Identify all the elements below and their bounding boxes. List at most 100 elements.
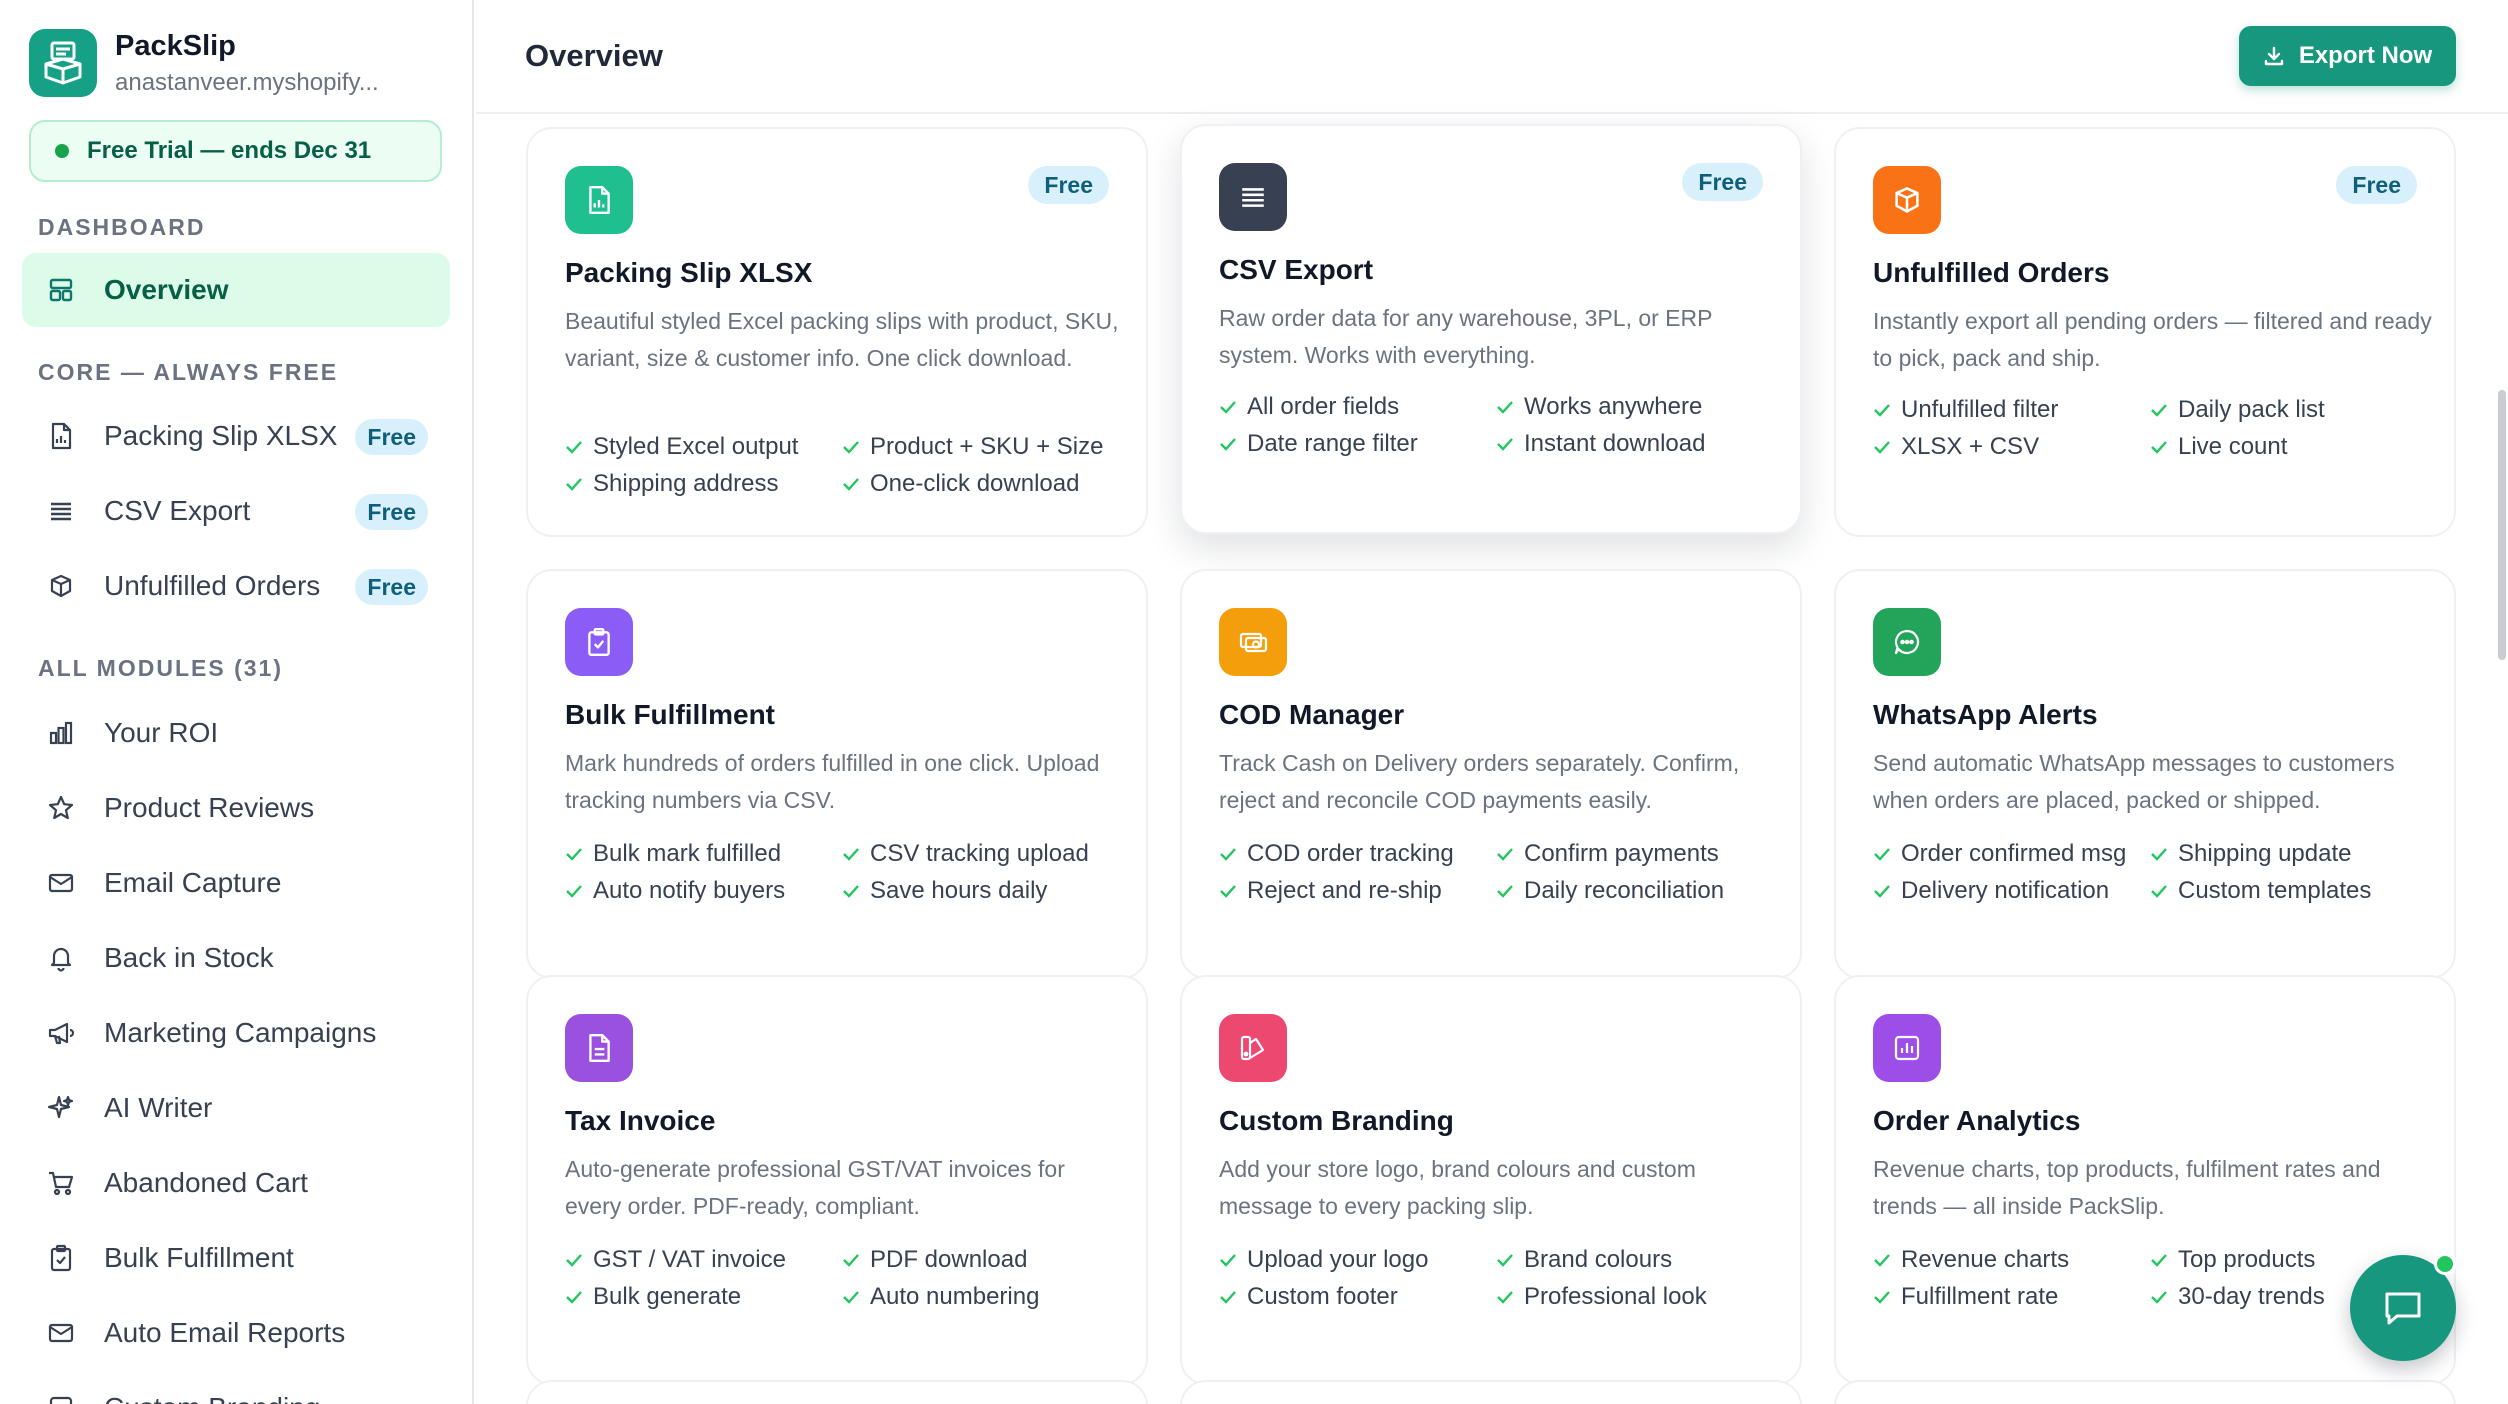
card-description: Add your store logo, brand colours and c… bbox=[1219, 1156, 1696, 1219]
feature-item: Shipping update bbox=[2150, 840, 2427, 867]
check-icon bbox=[565, 477, 583, 491]
module-card-partial[interactable] bbox=[1180, 1380, 1802, 1404]
sidebar-scrollbar[interactable] bbox=[472, 0, 474, 490]
card-title: Packing Slip XLSX bbox=[565, 257, 813, 288]
online-status-dot bbox=[2434, 1253, 2456, 1275]
module-card-csv-export[interactable]: Free CSV Export Raw order data for any w… bbox=[1180, 124, 1802, 534]
sidebar-item-your-roi[interactable]: Your ROI bbox=[22, 696, 450, 770]
sidebar: PackSlip anastanveer.myshopify... Free T… bbox=[0, 0, 474, 1404]
sidebar-item-label: Auto Email Reports bbox=[104, 1317, 346, 1348]
feature-item: Live count bbox=[2150, 433, 2427, 460]
sidebar-item-marketing-campaigns[interactable]: Marketing Campaigns bbox=[22, 996, 450, 1070]
card-title: Order Analytics bbox=[1873, 1105, 2081, 1136]
sidebar-item-unfulfilled-orders[interactable]: Unfulfilled Orders Free bbox=[22, 549, 450, 623]
feature-list: Upload your logo Brand colours Custom fo… bbox=[1219, 1246, 1773, 1310]
check-icon bbox=[565, 1253, 583, 1267]
card-title: CSV Export bbox=[1219, 254, 1374, 285]
check-icon bbox=[1873, 403, 1891, 417]
box-icon bbox=[46, 571, 76, 601]
feature-item: Custom footer bbox=[1219, 1283, 1496, 1310]
sidebar-item-packing-slip[interactable]: Packing Slip XLSX Free bbox=[22, 399, 450, 473]
layout-icon bbox=[46, 275, 76, 305]
trial-text: Free Trial — ends Dec 31 bbox=[87, 137, 372, 164]
sidebar-item-label: Packing Slip XLSX bbox=[104, 420, 338, 451]
check-icon bbox=[1873, 884, 1891, 898]
feature-item: Shipping address bbox=[565, 470, 842, 497]
feature-list: Styled Excel output Product + SKU + Size… bbox=[565, 433, 1119, 497]
check-icon bbox=[1496, 1290, 1514, 1304]
feature-item: Custom templates bbox=[2150, 877, 2427, 904]
check-icon bbox=[1219, 1290, 1237, 1304]
sidebar-item-ai-writer[interactable]: AI Writer bbox=[22, 1071, 450, 1145]
feature-list: GST / VAT invoice PDF download Bulk gene… bbox=[565, 1246, 1119, 1310]
sidebar-item-label: Bulk Fulfillment bbox=[104, 1242, 294, 1273]
card-description: Raw order data for any warehouse, 3PL, o… bbox=[1219, 305, 1713, 368]
feature-item: Confirm payments bbox=[1496, 840, 1773, 867]
cart-icon bbox=[46, 1168, 76, 1198]
export-now-button[interactable]: Export Now bbox=[2239, 26, 2456, 86]
feature-item: Daily pack list bbox=[2150, 396, 2427, 423]
trial-banner[interactable]: Free Trial — ends Dec 31 bbox=[29, 120, 442, 182]
check-icon bbox=[842, 847, 860, 861]
check-icon bbox=[1219, 1253, 1237, 1267]
feature-item: Instant download bbox=[1496, 430, 1773, 457]
sidebar-item-product-reviews[interactable]: Product Reviews bbox=[22, 771, 450, 845]
check-icon bbox=[842, 477, 860, 491]
card-title: Custom Branding bbox=[1219, 1105, 1454, 1136]
main-scrollbar[interactable] bbox=[2498, 390, 2506, 660]
brand[interactable]: PackSlip anastanveer.myshopify... bbox=[29, 29, 379, 97]
chat-bubble-icon bbox=[1873, 608, 1941, 676]
module-card-whatsapp-alerts[interactable]: WhatsApp Alerts Send automatic WhatsApp … bbox=[1834, 569, 2456, 979]
sidebar-item-abandoned-cart[interactable]: Abandoned Cart bbox=[22, 1146, 450, 1220]
packslip-logo-icon bbox=[29, 29, 97, 97]
feature-list: Order confirmed msg Shipping update Deli… bbox=[1873, 840, 2427, 904]
module-card-tax-invoice[interactable]: Tax Invoice Auto-generate professional G… bbox=[526, 975, 1148, 1385]
sidebar-item-overview[interactable]: Overview bbox=[22, 253, 450, 327]
card-description: Send automatic WhatsApp messages to cust… bbox=[1873, 750, 2395, 813]
module-card-bulk-fulfillment[interactable]: Bulk Fulfillment Mark hundreds of orders… bbox=[526, 569, 1148, 979]
module-card-custom-branding[interactable]: Custom Branding Add your store logo, bra… bbox=[1180, 975, 1802, 1385]
feature-item: Bulk generate bbox=[565, 1283, 842, 1310]
card-title: Tax Invoice bbox=[565, 1105, 716, 1136]
feature-item: Save hours daily bbox=[842, 877, 1119, 904]
app-root: PackSlip anastanveer.myshopify... Free T… bbox=[0, 0, 2508, 1404]
feature-item: XLSX + CSV bbox=[1873, 433, 2150, 460]
check-icon bbox=[1496, 884, 1514, 898]
sidebar-item-label: Custom Branding bbox=[104, 1392, 320, 1404]
sidebar-item-csv-export[interactable]: CSV Export Free bbox=[22, 474, 450, 548]
module-card-packing-slip[interactable]: Free Packing Slip XLSX Beautiful styled … bbox=[526, 127, 1148, 537]
check-icon bbox=[842, 1253, 860, 1267]
check-icon bbox=[2150, 847, 2168, 861]
check-icon bbox=[1496, 400, 1514, 414]
document-icon bbox=[565, 1014, 633, 1082]
feature-item: Daily reconciliation bbox=[1496, 877, 1773, 904]
feature-item: Upload your logo bbox=[1219, 1246, 1496, 1273]
card-title: Bulk Fulfillment bbox=[565, 699, 775, 730]
check-icon bbox=[1496, 437, 1514, 451]
card-description: Beautiful styled Excel packing slips wit… bbox=[565, 308, 1119, 371]
check-icon bbox=[1873, 1253, 1891, 1267]
free-badge: Free bbox=[1028, 166, 1109, 204]
sidebar-item-label: Product Reviews bbox=[104, 792, 315, 823]
check-icon bbox=[842, 440, 860, 454]
feature-item: GST / VAT invoice bbox=[565, 1246, 842, 1273]
download-icon bbox=[2264, 46, 2284, 66]
sidebar-item-label: CSV Export bbox=[104, 495, 251, 526]
sidebar-item-custom-branding[interactable]: Custom Branding bbox=[22, 1371, 450, 1404]
module-card-unfulfilled-orders[interactable]: Free Unfulfilled Orders Instantly export… bbox=[1834, 127, 2456, 537]
sidebar-item-back-in-stock[interactable]: Back in Stock bbox=[22, 921, 450, 995]
module-card-cod-manager[interactable]: COD Manager Track Cash on Delivery order… bbox=[1180, 569, 1802, 979]
module-card-partial[interactable] bbox=[1834, 1380, 2456, 1404]
feature-item: Product + SKU + Size bbox=[842, 433, 1119, 460]
check-icon bbox=[2150, 403, 2168, 417]
section-core: CORE — ALWAYS FREE bbox=[38, 359, 339, 385]
sidebar-item-email-capture[interactable]: Email Capture bbox=[22, 846, 450, 920]
sidebar-item-label: Your ROI bbox=[104, 717, 219, 748]
module-card-partial[interactable] bbox=[526, 1380, 1148, 1404]
trial-status-dot bbox=[55, 144, 69, 158]
chat-icon bbox=[2385, 1292, 2421, 1325]
sidebar-item-bulk-fulfillment[interactable]: Bulk Fulfillment bbox=[22, 1221, 450, 1295]
sidebar-item-auto-email-reports[interactable]: Auto Email Reports bbox=[22, 1296, 450, 1370]
mail-icon bbox=[46, 1318, 76, 1348]
feature-item: Unfulfilled filter bbox=[1873, 396, 2150, 423]
